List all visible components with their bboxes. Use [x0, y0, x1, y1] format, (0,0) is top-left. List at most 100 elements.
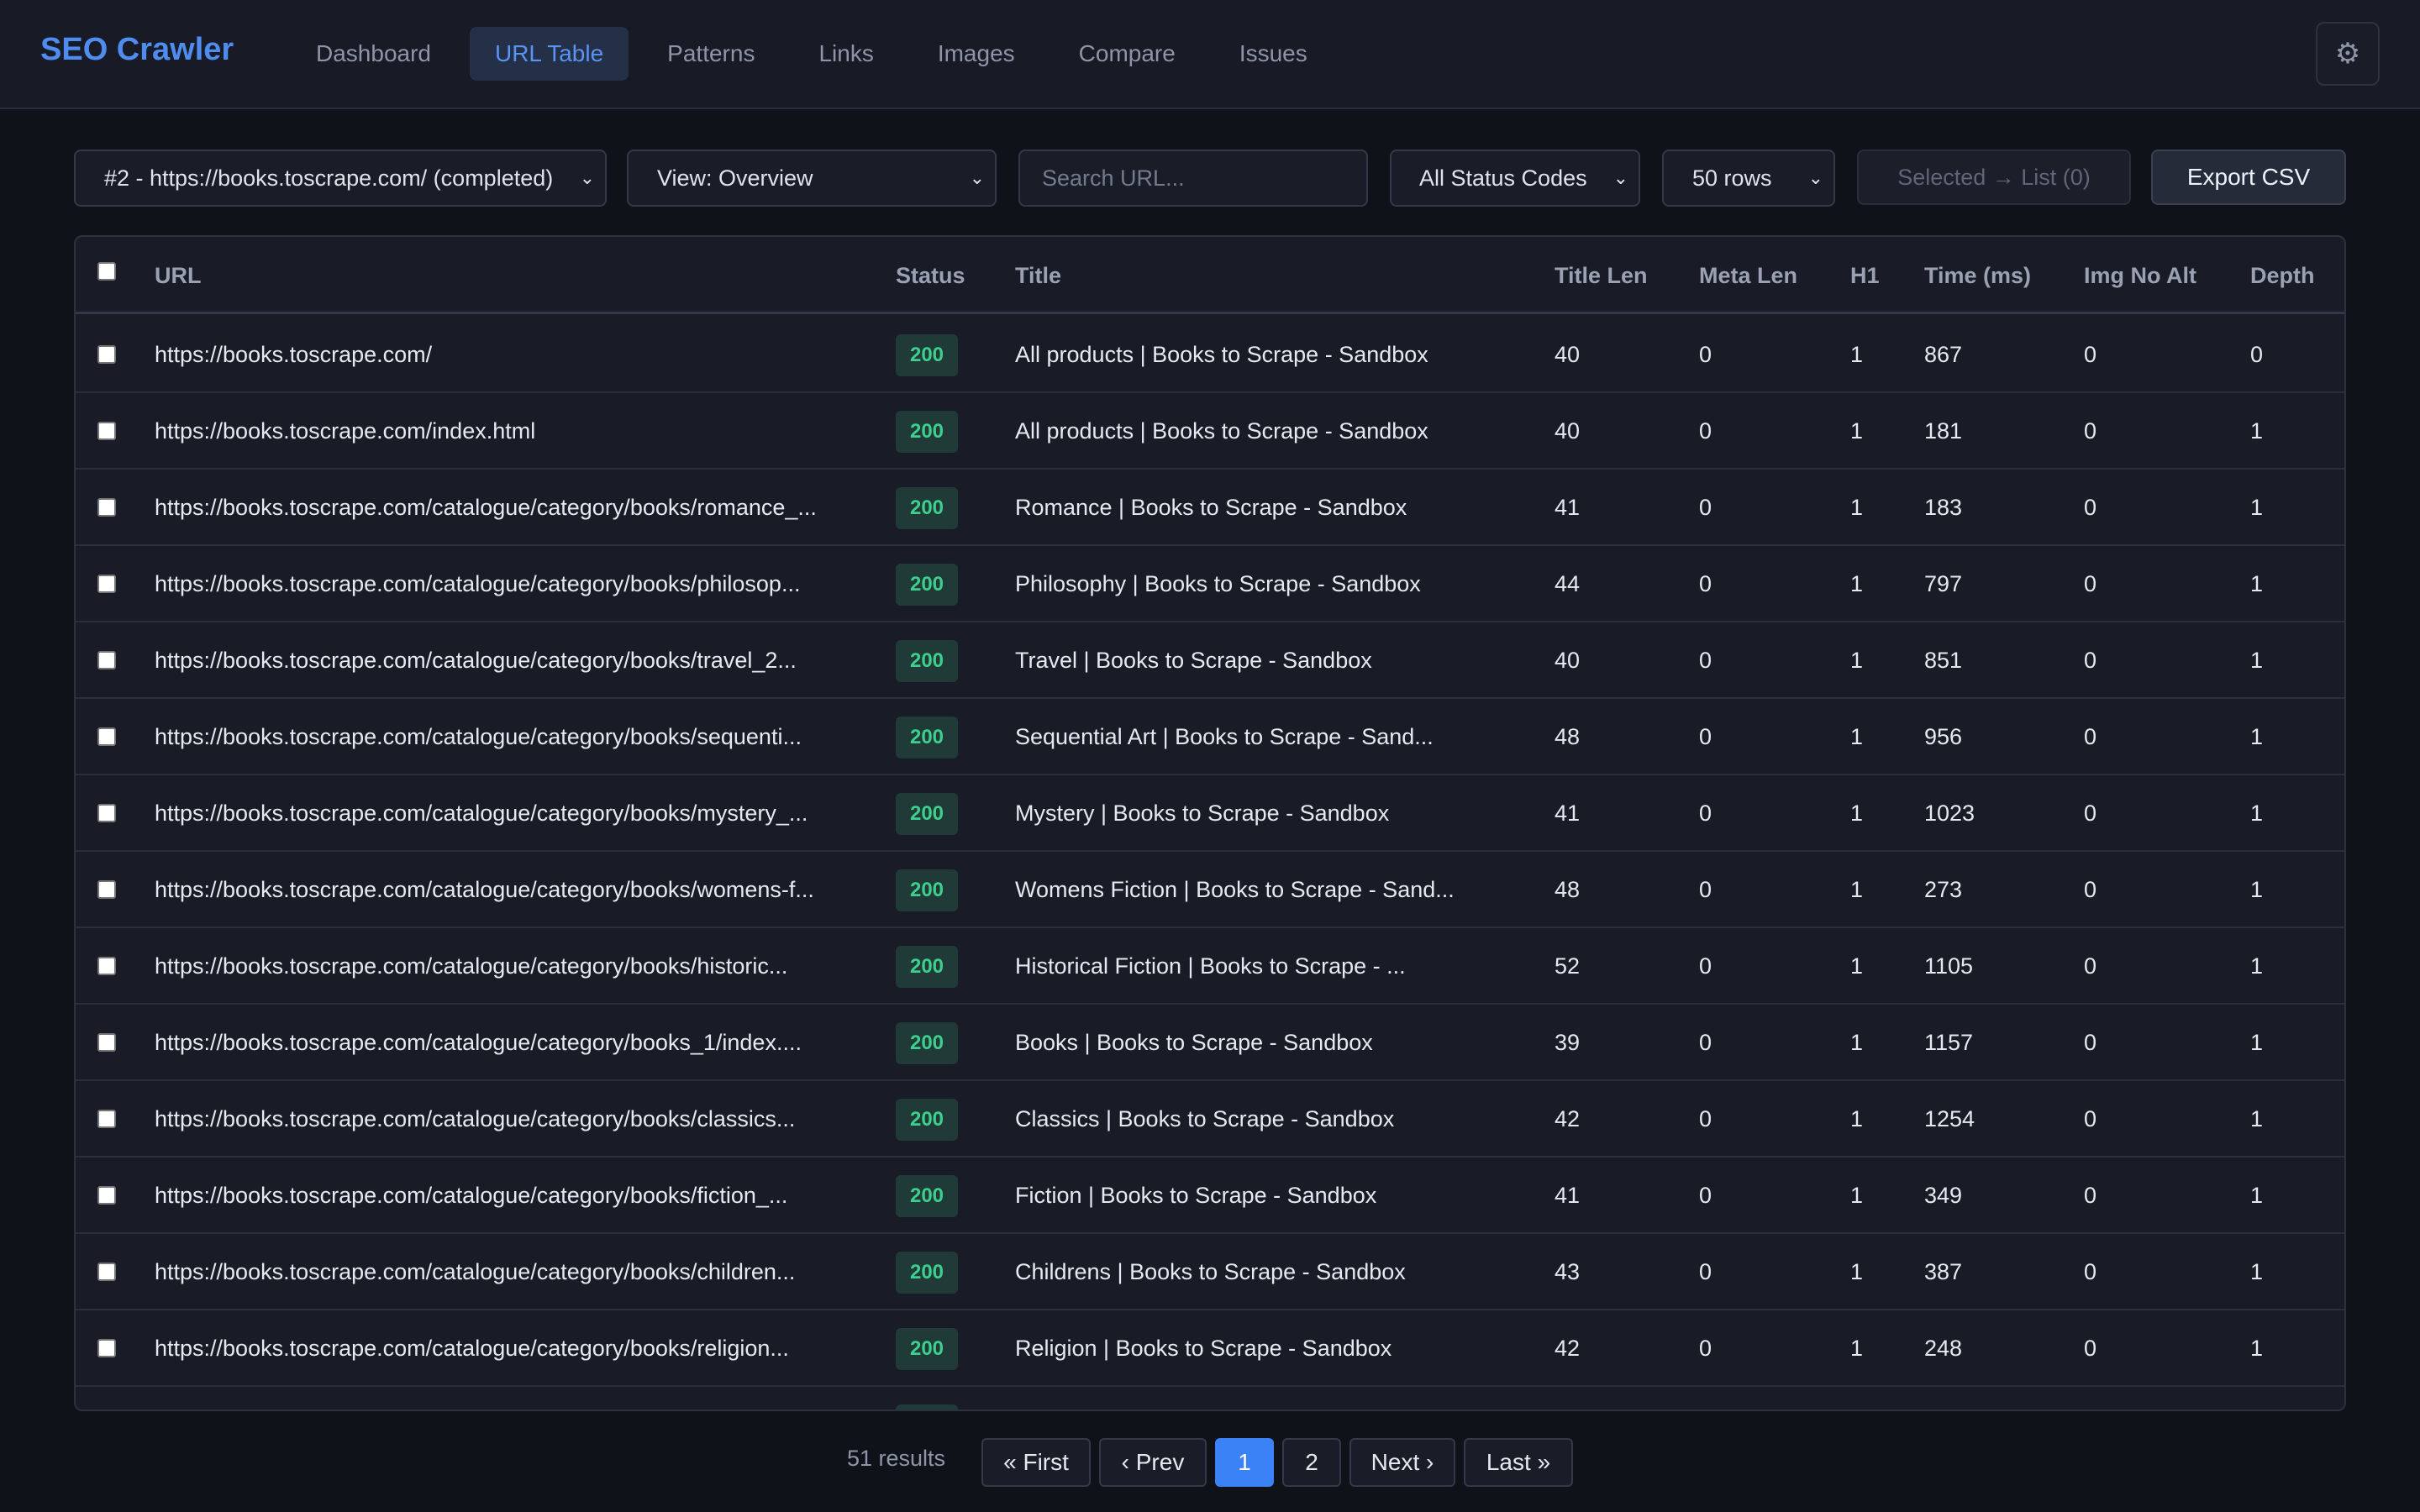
next-page-button[interactable]: Next › — [1349, 1438, 1455, 1487]
cell-depth: 1 — [2250, 495, 2264, 520]
table-row[interactable]: 200 https://books.toscrape.com/catalogue/… — [76, 699, 2344, 775]
cell-url[interactable]: https://books.toscrape.com/catalogue/cat… — [155, 1310, 789, 1386]
cell-title-len: 39 — [1555, 1030, 1581, 1055]
first-page-button[interactable]: « First — [981, 1438, 1091, 1487]
export-csv-button[interactable]: Export CSV — [2151, 150, 2346, 205]
cell-meta-len: 0 — [1699, 495, 1712, 520]
prev-page-button[interactable]: ‹ Prev — [1099, 1438, 1207, 1487]
cell-meta-len: 0 — [1699, 1259, 1712, 1284]
cell-title: Travel | Books to Scrape - Sandbox — [1015, 648, 1372, 673]
select-all-checkbox[interactable] — [97, 262, 116, 281]
row-checkbox[interactable] — [97, 804, 116, 822]
row-checkbox[interactable] — [97, 1263, 116, 1281]
cell-meta-len: 0 — [1699, 1106, 1712, 1131]
column-header-depth[interactable]: Depth — [2250, 237, 2315, 314]
nav-dashboard[interactable]: Dashboard — [291, 27, 456, 81]
table-row[interactable]: 200 https://books.toscrape.com/catalogue/… — [76, 622, 2344, 699]
table-row[interactable]: 200 https://books.toscrape.com/catalogue/… — [76, 1158, 2344, 1234]
row-checkbox[interactable] — [97, 1339, 116, 1357]
row-checkbox[interactable] — [97, 1033, 116, 1052]
cell-img-no-alt: 0 — [2084, 953, 2097, 979]
cell-depth: 1 — [2250, 1336, 2264, 1361]
table-row[interactable]: 200 https://books.toscrape.com/catalogue/… — [76, 775, 2344, 852]
column-header-time[interactable]: Time (ms) — [1924, 237, 2031, 314]
settings-button[interactable]: ⚙ — [2316, 22, 2380, 86]
cell-url[interactable]: https://books.toscrape.com/ — [155, 317, 432, 392]
cell-time: 273 — [1924, 877, 1963, 902]
app-title[interactable]: SEO Crawler — [40, 30, 234, 69]
cell-url[interactable]: https://books.toscrape.com/catalogue/cat… — [155, 1081, 795, 1157]
column-header-img-no-alt[interactable]: Img No Alt — [2084, 237, 2196, 314]
row-checkbox[interactable] — [97, 957, 116, 975]
cell-img-no-alt: 0 — [2084, 342, 2097, 367]
status-code-select[interactable]: All Status Codes ⌄ — [1390, 150, 1640, 207]
table-row[interactable]: 200 https://books.toscrape.com/catalogue/… — [76, 1234, 2344, 1310]
view-select[interactable]: View: Overview ⌄ — [627, 150, 997, 207]
cell-url[interactable]: https://books.toscrape.com/index.html — [155, 393, 535, 469]
row-checkbox[interactable] — [97, 1110, 116, 1128]
page-1-button[interactable]: 1 — [1215, 1438, 1274, 1487]
column-header-url[interactable]: URL — [155, 237, 202, 314]
row-checkbox[interactable] — [97, 727, 116, 746]
row-checkbox[interactable] — [97, 651, 116, 669]
cell-url[interactable]: https://books.toscrape.com/catalogue/cat… — [155, 470, 817, 545]
rows-per-page-select[interactable]: 50 rows ⌄ — [1662, 150, 1835, 207]
table-row[interactable]: 200 https://books.toscrape.com/All produc… — [76, 317, 2344, 393]
cell-meta-len: 0 — [1699, 1030, 1712, 1055]
column-header-title[interactable]: Title — [1015, 237, 1061, 314]
search-input[interactable]: Search URL... — [1018, 150, 1368, 207]
cell-url[interactable]: https://books.toscrape.com/catalogue/cat… — [155, 546, 800, 622]
last-page-button[interactable]: Last » — [1464, 1438, 1573, 1487]
table-row[interactable]: 200 https://books.toscrape.com/catalogue/… — [76, 546, 2344, 622]
cell-url[interactable]: https://books.toscrape.com/catalogue/cat… — [155, 1158, 787, 1233]
table-row[interactable]: 200 https://books.toscrape.com/catalogue/… — [76, 1310, 2344, 1387]
table-row[interactable]: 200 https://books.toscrape.com/catalogue/… — [76, 470, 2344, 546]
nav-links[interactable]: Links — [793, 27, 898, 81]
cell-img-no-alt: 0 — [2084, 801, 2097, 826]
column-header-status[interactable]: Status — [896, 237, 965, 314]
column-header-title-len[interactable]: Title Len — [1555, 237, 1648, 314]
cell-img-no-alt: 0 — [2084, 1336, 2097, 1361]
cell-url[interactable]: https://books.toscrape.com/catalogue/cat… — [155, 1005, 802, 1080]
nav-images[interactable]: Images — [913, 27, 1040, 81]
table-row[interactable]: 200 https://books.toscrape.com/index.html… — [76, 393, 2344, 470]
row-checkbox[interactable] — [97, 422, 116, 440]
row-checkbox[interactable] — [97, 345, 116, 364]
cell-url[interactable]: https://books.toscrape.com/catalogue/cat… — [155, 1234, 795, 1310]
nav-issues[interactable]: Issues — [1214, 27, 1333, 81]
cell-h1: 1 — [1850, 495, 1864, 520]
cell-url[interactable]: https://books.toscrape.com/catalogue/cat… — [155, 622, 797, 698]
nav-patterns[interactable]: Patterns — [642, 27, 780, 81]
row-checkbox[interactable] — [97, 880, 116, 899]
page-2-button[interactable]: 2 — [1282, 1438, 1341, 1487]
cell-time: 956 — [1924, 724, 1963, 749]
crawl-select[interactable]: #2 - https://books.toscrape.com/ (comple… — [74, 150, 607, 207]
row-checkbox[interactable] — [97, 575, 116, 593]
selected-to-list-button[interactable]: Selected → List (0) — [1857, 150, 2131, 205]
column-header-meta-len[interactable]: Meta Len — [1699, 237, 1797, 314]
cell-h1: 1 — [1850, 801, 1864, 826]
cell-url[interactable]: https://books.toscrape.com/catalogue/cat… — [155, 699, 802, 774]
status-badge: 200 — [896, 1252, 958, 1294]
status-badge: 200 — [896, 793, 958, 835]
cell-depth: 1 — [2250, 724, 2264, 749]
cell-title: Mystery | Books to Scrape - Sandbox — [1015, 801, 1390, 826]
cell-depth: 1 — [2250, 953, 2264, 979]
cell-url[interactable]: https://books.toscrape.com/catalogue/cat… — [155, 775, 808, 851]
column-header-h1[interactable]: H1 — [1850, 237, 1880, 314]
cell-url[interactable]: https://books.toscrape.com/catalogue/cat… — [155, 852, 814, 927]
row-checkbox[interactable] — [97, 1186, 116, 1205]
cell-meta-len: 0 — [1699, 648, 1712, 673]
status-badge: 200 — [896, 869, 958, 911]
nav-compare[interactable]: Compare — [1054, 27, 1201, 81]
cell-time: 181 — [1924, 418, 1963, 444]
cell-url[interactable]: https://books.toscrape.com/catalogue/cat… — [155, 928, 787, 1004]
table-row[interactable]: 200 https://books.toscrape.com/catalogue/… — [76, 1081, 2344, 1158]
cell-title: Books | Books to Scrape - Sandbox — [1015, 1030, 1373, 1055]
table-row[interactable]: 200 https://books.toscrape.com/catalogue/… — [76, 1005, 2344, 1081]
nav-url-table[interactable]: URL Table — [469, 27, 629, 81]
table-row[interactable]: 200 https://books.toscrape.com/catalogue/… — [76, 928, 2344, 1005]
row-checkbox[interactable] — [97, 498, 116, 517]
table-row[interactable]: 200 — [76, 1387, 2344, 1410]
table-row[interactable]: 200 https://books.toscrape.com/catalogue/… — [76, 852, 2344, 928]
